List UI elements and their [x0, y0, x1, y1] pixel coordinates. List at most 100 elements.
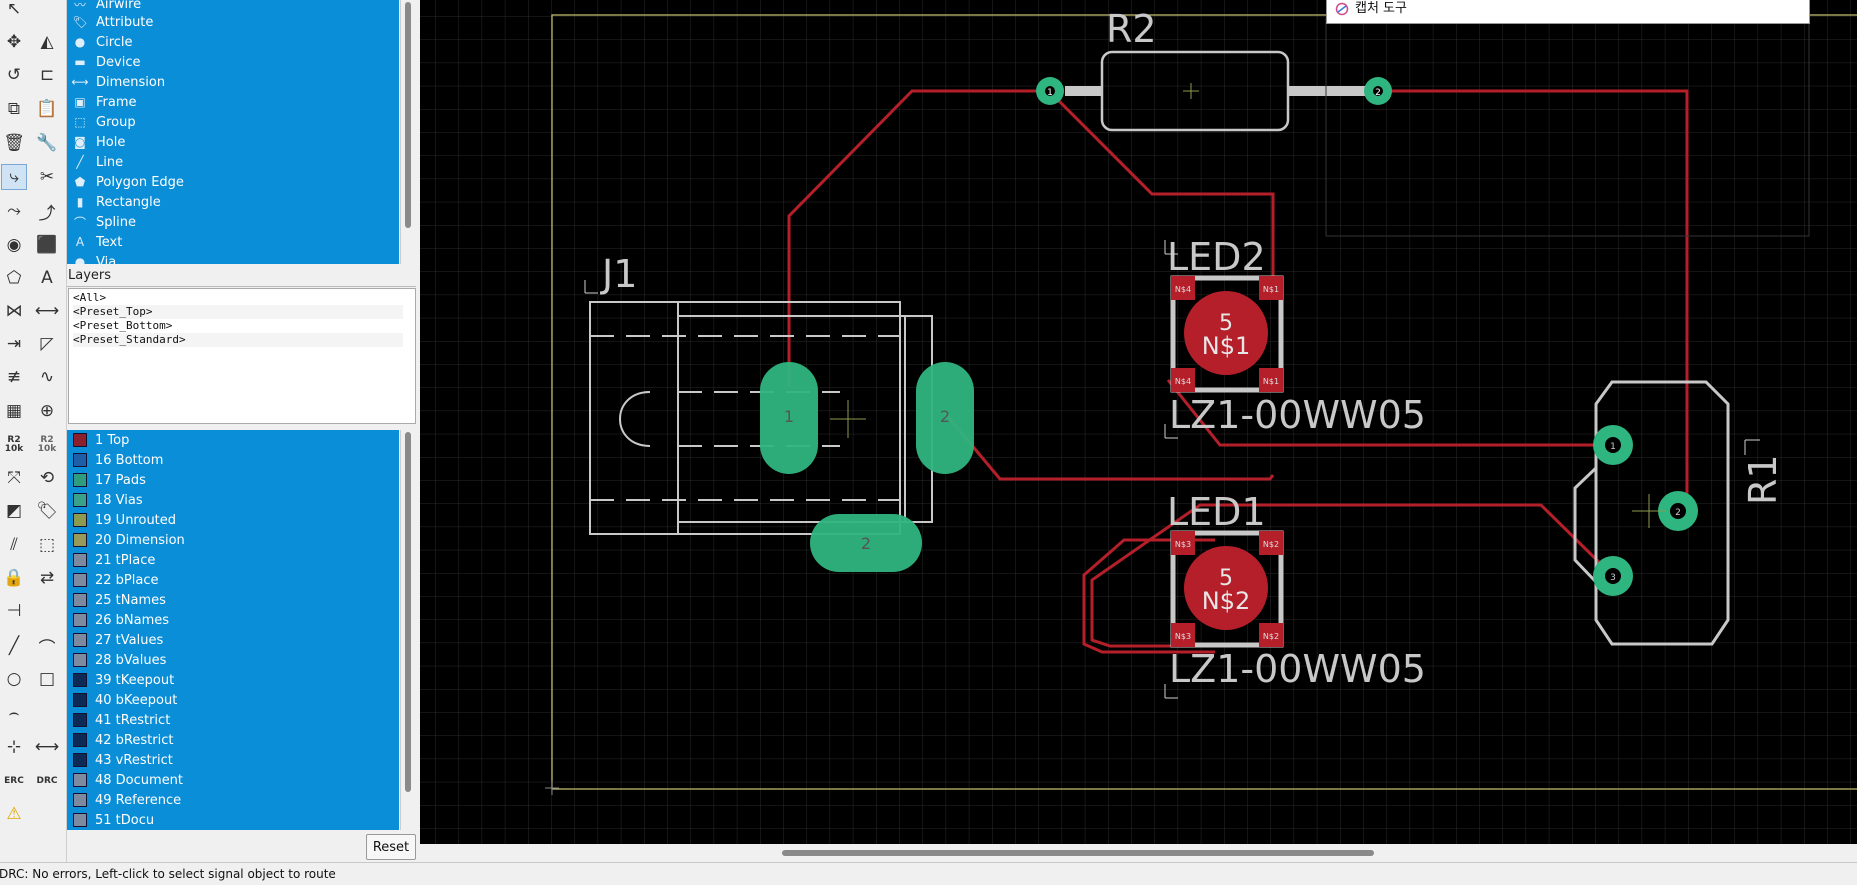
layer-color-swatch: [73, 753, 87, 767]
erc-icon[interactable]: ERC: [1, 768, 27, 794]
r1-pin-label: 3: [1610, 573, 1616, 583]
layer-color-swatch: [73, 513, 87, 527]
layer-row[interactable]: 51 tDocu: [67, 810, 399, 830]
layer-row[interactable]: 28 bValues: [67, 650, 399, 670]
replace-icon[interactable]: ⟲: [34, 465, 60, 491]
layer-row[interactable]: 16 Bottom: [67, 450, 399, 470]
scrollbar-thumb[interactable]: [782, 850, 1374, 856]
follow-me-icon[interactable]: ⤴: [34, 198, 60, 224]
layer-label: 48 Document: [95, 772, 184, 788]
layer-row[interactable]: 17 Pads: [67, 470, 399, 490]
object-list-scrollbar[interactable]: [400, 0, 415, 264]
delete-icon[interactable]: 🗑: [1, 130, 27, 156]
preset-item[interactable]: <Preset_Bottom>: [73, 319, 403, 333]
split-line-icon[interactable]: ⊣: [1, 598, 27, 624]
drc-icon[interactable]: DRC: [34, 768, 60, 794]
preset-item[interactable]: <Preset_Standard>: [73, 333, 403, 347]
rotate-icon[interactable]: ↺: [1, 62, 27, 88]
autorouter-icon[interactable]: ⤳: [1, 198, 27, 224]
layer-row[interactable]: 42 bRestrict: [67, 730, 399, 750]
layer-row[interactable]: 19 Unrouted: [67, 510, 399, 530]
smash-icon[interactable]: ⤧: [1, 465, 27, 491]
scrollbar-thumb[interactable]: [405, 432, 411, 792]
list-item[interactable]: ▮ Rectangle: [67, 192, 399, 212]
list-item[interactable]: ╱ Line: [67, 152, 399, 172]
text-tool-icon[interactable]: A: [34, 265, 60, 291]
copy-icon[interactable]: ⧉: [1, 96, 27, 122]
layer-row[interactable]: 26 bNames: [67, 610, 399, 630]
meander-wave-icon[interactable]: ∿: [34, 364, 60, 390]
layer-row[interactable]: 49 Reference: [67, 790, 399, 810]
hole-tool-icon[interactable]: ⬛: [34, 232, 60, 258]
mirror-icon[interactable]: ◭: [34, 29, 60, 55]
dimension-tool-icon[interactable]: ⟷: [34, 734, 60, 760]
list-item[interactable]: ◙ Hole: [67, 132, 399, 152]
layer-row[interactable]: 39 tKeepout: [67, 670, 399, 690]
paint-icon[interactable]: ⫽: [1, 532, 27, 558]
canvas-horizontal-scrollbar[interactable]: [420, 844, 1857, 862]
value-tool-icon[interactable]: R2 10k: [34, 432, 60, 458]
ripup-icon[interactable]: ✂: [34, 164, 60, 190]
change-wrench-icon[interactable]: 🔧: [34, 130, 60, 156]
mark-icon[interactable]: ⊹: [1, 734, 27, 760]
add-part-icon[interactable]: ▦: [1, 398, 27, 424]
layer-row[interactable]: 48 Document: [67, 770, 399, 790]
attribute-tag-icon[interactable]: 🏷: [34, 498, 60, 524]
list-item[interactable]: ▣ Frame: [67, 92, 399, 112]
layer-row[interactable]: 25 tNames: [67, 590, 399, 610]
line-tool-icon[interactable]: ╱: [1, 633, 27, 659]
miter-icon[interactable]: ◸: [34, 331, 60, 357]
board-canvas[interactable]: 1 2 R2 1 2 2 J1 5 N$1 N$4 N$1 N$4 N$1 LE…: [420, 0, 1857, 844]
preset-item[interactable]: <Preset_Top>: [73, 305, 403, 319]
layer-row[interactable]: 41 tRestrict: [67, 710, 399, 730]
list-item[interactable]: ⬚ Group: [67, 112, 399, 132]
preset-item[interactable]: <All>: [73, 291, 403, 305]
list-item[interactable]: ⌒ Spline: [67, 212, 399, 232]
list-item[interactable]: A Text: [67, 232, 399, 252]
meander-icon[interactable]: ⇥: [1, 331, 27, 357]
name-tool-icon[interactable]: R2 10k: [1, 432, 27, 458]
layer-list-scrollbar[interactable]: [400, 430, 415, 830]
split-icon[interactable]: ≢: [1, 364, 27, 390]
list-item[interactable]: ● Circle: [67, 32, 399, 52]
list-item[interactable]: 🏷 Attribute: [67, 12, 399, 32]
reset-button[interactable]: Reset: [366, 834, 416, 860]
circle-tool-icon[interactable]: ○: [1, 666, 27, 692]
layer-color-swatch: [73, 553, 87, 567]
layer-row[interactable]: 20 Dimension: [67, 530, 399, 550]
select-arrow-icon[interactable]: ↖: [1, 0, 27, 22]
route-icon[interactable]: ⤷: [1, 164, 27, 190]
list-item[interactable]: ▬ Device: [67, 52, 399, 72]
scrollbar-thumb[interactable]: [405, 2, 411, 228]
list-item[interactable]: ⟷ Dimension: [67, 72, 399, 92]
move-icon[interactable]: ✥: [1, 29, 27, 55]
eraser-icon[interactable]: ◩: [1, 498, 27, 524]
group-select-icon[interactable]: ⬚: [34, 532, 60, 558]
layer-row[interactable]: 27 tValues: [67, 630, 399, 650]
ratsnest-icon[interactable]: ⋈: [1, 298, 27, 324]
r2-name: R2: [1106, 7, 1157, 51]
layer-color-swatch: [73, 633, 87, 647]
rectangle-tool-icon[interactable]: □: [34, 666, 60, 692]
align-icon[interactable]: ⊏: [34, 62, 60, 88]
lock-icon[interactable]: 🔒: [1, 565, 27, 591]
list-item[interactable]: ⬟ Polygon Edge: [67, 172, 399, 192]
paste-icon[interactable]: 📋: [34, 96, 60, 122]
via-tool-icon[interactable]: ◉: [1, 232, 27, 258]
list-item[interactable]: ● Via: [67, 252, 399, 265]
device-icon: ▬: [74, 55, 86, 69]
add-net-icon[interactable]: ⊕: [34, 398, 60, 424]
layer-row[interactable]: 18 Vias: [67, 490, 399, 510]
layer-row[interactable]: 43 vRestrict: [67, 750, 399, 770]
layer-row[interactable]: 1 Top: [67, 430, 399, 450]
layer-row[interactable]: 21 tPlace: [67, 550, 399, 570]
capture-tool-popup[interactable]: 캡처 도구: [1326, 0, 1810, 24]
layer-row[interactable]: 40 bKeepout: [67, 690, 399, 710]
swap-icon[interactable]: ⇄: [34, 565, 60, 591]
polygon-tool-icon[interactable]: ⬠: [1, 265, 27, 291]
connect-icon[interactable]: ⟷: [34, 298, 60, 324]
warning-icon[interactable]: ⚠: [1, 801, 27, 827]
spline-tool-icon[interactable]: ⌢: [1, 700, 27, 726]
arc-tool-icon[interactable]: ⌒: [34, 633, 60, 659]
layer-row[interactable]: 22 bPlace: [67, 570, 399, 590]
